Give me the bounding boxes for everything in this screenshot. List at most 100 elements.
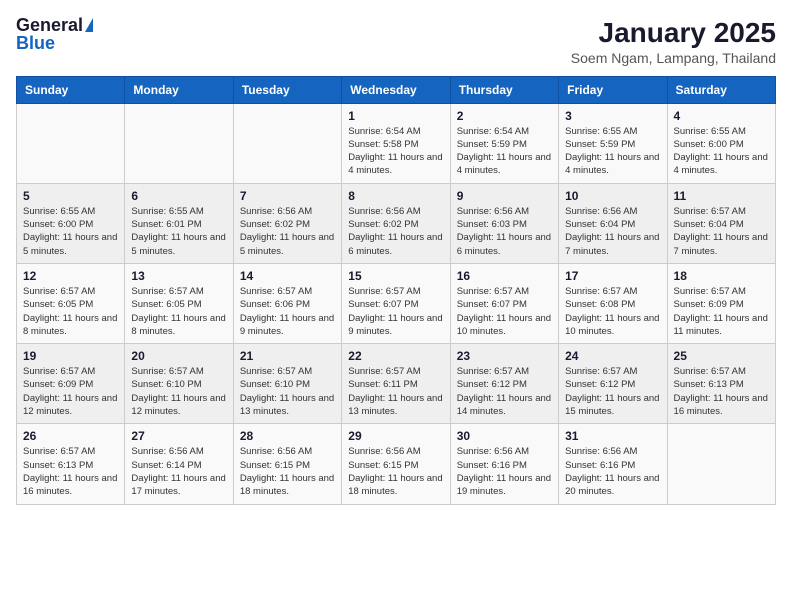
day-number: 25 — [674, 349, 769, 363]
calendar-day-cell — [667, 424, 775, 504]
calendar-week-row: 5 Sunrise: 6:55 AMSunset: 6:00 PMDaylight… — [17, 183, 776, 263]
calendar-day-cell: 12 Sunrise: 6:57 AMSunset: 6:05 PMDayligh… — [17, 263, 125, 343]
day-number: 5 — [23, 189, 118, 203]
day-info: Sunrise: 6:55 AMSunset: 6:00 PMDaylight:… — [23, 205, 118, 258]
day-info: Sunrise: 6:57 AMSunset: 6:09 PMDaylight:… — [674, 285, 769, 338]
day-info: Sunrise: 6:57 AMSunset: 6:11 PMDaylight:… — [348, 365, 443, 418]
day-info: Sunrise: 6:57 AMSunset: 6:07 PMDaylight:… — [457, 285, 552, 338]
page-subtitle: Soem Ngam, Lampang, Thailand — [571, 50, 776, 66]
day-info: Sunrise: 6:57 AMSunset: 6:10 PMDaylight:… — [131, 365, 226, 418]
day-number: 14 — [240, 269, 335, 283]
calendar-day-cell: 27 Sunrise: 6:56 AMSunset: 6:14 PMDayligh… — [125, 424, 233, 504]
day-info: Sunrise: 6:57 AMSunset: 6:04 PMDaylight:… — [674, 205, 769, 258]
weekday-header: Thursday — [450, 76, 558, 103]
day-info: Sunrise: 6:57 AMSunset: 6:09 PMDaylight:… — [23, 365, 118, 418]
day-number: 2 — [457, 109, 552, 123]
calendar-table: SundayMondayTuesdayWednesdayThursdayFrid… — [16, 76, 776, 505]
day-info: Sunrise: 6:56 AMSunset: 6:14 PMDaylight:… — [131, 445, 226, 498]
calendar-day-cell: 11 Sunrise: 6:57 AMSunset: 6:04 PMDayligh… — [667, 183, 775, 263]
day-info: Sunrise: 6:56 AMSunset: 6:16 PMDaylight:… — [457, 445, 552, 498]
day-number: 16 — [457, 269, 552, 283]
calendar-day-cell: 2 Sunrise: 6:54 AMSunset: 5:59 PMDaylight… — [450, 103, 558, 183]
day-info: Sunrise: 6:56 AMSunset: 6:16 PMDaylight:… — [565, 445, 660, 498]
day-info: Sunrise: 6:57 AMSunset: 6:13 PMDaylight:… — [23, 445, 118, 498]
calendar-day-cell: 3 Sunrise: 6:55 AMSunset: 5:59 PMDaylight… — [559, 103, 667, 183]
day-number: 19 — [23, 349, 118, 363]
calendar-week-row: 1 Sunrise: 6:54 AMSunset: 5:58 PMDaylight… — [17, 103, 776, 183]
logo: General Blue — [16, 16, 93, 52]
day-info: Sunrise: 6:57 AMSunset: 6:08 PMDaylight:… — [565, 285, 660, 338]
day-info: Sunrise: 6:57 AMSunset: 6:10 PMDaylight:… — [240, 365, 335, 418]
weekday-header: Tuesday — [233, 76, 341, 103]
day-info: Sunrise: 6:55 AMSunset: 5:59 PMDaylight:… — [565, 125, 660, 178]
calendar-day-cell — [125, 103, 233, 183]
day-number: 4 — [674, 109, 769, 123]
calendar-day-cell: 7 Sunrise: 6:56 AMSunset: 6:02 PMDaylight… — [233, 183, 341, 263]
day-number: 24 — [565, 349, 660, 363]
calendar-day-cell: 29 Sunrise: 6:56 AMSunset: 6:15 PMDayligh… — [342, 424, 450, 504]
calendar-day-cell: 13Sunrise: 6:57 AMSunset: 6:05 PMDayligh… — [125, 263, 233, 343]
day-number: 27 — [131, 429, 226, 443]
day-info: Sunrise: 6:55 AMSunset: 6:01 PMDaylight:… — [131, 205, 226, 258]
calendar-day-cell: 22 Sunrise: 6:57 AMSunset: 6:11 PMDayligh… — [342, 344, 450, 424]
weekday-header: Sunday — [17, 76, 125, 103]
day-number: 7 — [240, 189, 335, 203]
day-number: 15 — [348, 269, 443, 283]
calendar-day-cell: 31 Sunrise: 6:56 AMSunset: 6:16 PMDayligh… — [559, 424, 667, 504]
calendar-day-cell: 26Sunrise: 6:57 AMSunset: 6:13 PMDayligh… — [17, 424, 125, 504]
header: General Blue January 2025 Soem Ngam, Lam… — [16, 16, 776, 66]
day-number: 17 — [565, 269, 660, 283]
page-title: January 2025 — [571, 16, 776, 50]
calendar-day-cell: 14 Sunrise: 6:57 AMSunset: 6:06 PMDayligh… — [233, 263, 341, 343]
day-number: 3 — [565, 109, 660, 123]
day-info: Sunrise: 6:54 AMSunset: 5:58 PMDaylight:… — [348, 125, 443, 178]
calendar-week-row: 12 Sunrise: 6:57 AMSunset: 6:05 PMDayligh… — [17, 263, 776, 343]
calendar-day-cell: 4 Sunrise: 6:55 AMSunset: 6:00 PMDaylight… — [667, 103, 775, 183]
day-info: Sunrise: 6:57 AMSunset: 6:13 PMDaylight:… — [674, 365, 769, 418]
day-number: 18 — [674, 269, 769, 283]
day-info: Sunrise: 6:55 AMSunset: 6:00 PMDaylight:… — [674, 125, 769, 178]
day-info: Sunrise: 6:57 AMSunset: 6:12 PMDaylight:… — [565, 365, 660, 418]
calendar-day-cell: 10Sunrise: 6:56 AMSunset: 6:04 PMDayligh… — [559, 183, 667, 263]
day-number: 11 — [674, 189, 769, 203]
calendar-header-row: SundayMondayTuesdayWednesdayThursdayFrid… — [17, 76, 776, 103]
calendar-day-cell: 6Sunrise: 6:55 AMSunset: 6:01 PMDaylight… — [125, 183, 233, 263]
calendar-day-cell: 20Sunrise: 6:57 AMSunset: 6:10 PMDayligh… — [125, 344, 233, 424]
day-info: Sunrise: 6:54 AMSunset: 5:59 PMDaylight:… — [457, 125, 552, 178]
calendar-day-cell: 16 Sunrise: 6:57 AMSunset: 6:07 PMDayligh… — [450, 263, 558, 343]
calendar-day-cell: 25 Sunrise: 6:57 AMSunset: 6:13 PMDayligh… — [667, 344, 775, 424]
weekday-header: Wednesday — [342, 76, 450, 103]
day-number: 22 — [348, 349, 443, 363]
day-number: 12 — [23, 269, 118, 283]
weekday-header: Friday — [559, 76, 667, 103]
day-number: 23 — [457, 349, 552, 363]
calendar-day-cell: 15 Sunrise: 6:57 AMSunset: 6:07 PMDayligh… — [342, 263, 450, 343]
weekday-header: Saturday — [667, 76, 775, 103]
title-area: January 2025 Soem Ngam, Lampang, Thailan… — [571, 16, 776, 66]
calendar-day-cell: 9Sunrise: 6:56 AMSunset: 6:03 PMDaylight… — [450, 183, 558, 263]
day-number: 13 — [131, 269, 226, 283]
calendar-day-cell: 28Sunrise: 6:56 AMSunset: 6:15 PMDayligh… — [233, 424, 341, 504]
day-info: Sunrise: 6:57 AMSunset: 6:06 PMDaylight:… — [240, 285, 335, 338]
logo-general: General — [16, 16, 83, 34]
day-info: Sunrise: 6:57 AMSunset: 6:07 PMDaylight:… — [348, 285, 443, 338]
day-number: 30 — [457, 429, 552, 443]
calendar-day-cell: 24 Sunrise: 6:57 AMSunset: 6:12 PMDayligh… — [559, 344, 667, 424]
day-number: 9 — [457, 189, 552, 203]
calendar-day-cell: 5 Sunrise: 6:55 AMSunset: 6:00 PMDaylight… — [17, 183, 125, 263]
calendar-day-cell: 17 Sunrise: 6:57 AMSunset: 6:08 PMDayligh… — [559, 263, 667, 343]
day-number: 21 — [240, 349, 335, 363]
day-info: Sunrise: 6:56 AMSunset: 6:02 PMDaylight:… — [240, 205, 335, 258]
calendar-day-cell: 30 Sunrise: 6:56 AMSunset: 6:16 PMDayligh… — [450, 424, 558, 504]
weekday-header: Monday — [125, 76, 233, 103]
calendar-week-row: 19 Sunrise: 6:57 AMSunset: 6:09 PMDayligh… — [17, 344, 776, 424]
day-number: 29 — [348, 429, 443, 443]
day-number: 1 — [348, 109, 443, 123]
calendar-day-cell: 23Sunrise: 6:57 AMSunset: 6:12 PMDayligh… — [450, 344, 558, 424]
day-info: Sunrise: 6:56 AMSunset: 6:15 PMDaylight:… — [240, 445, 335, 498]
calendar-day-cell — [17, 103, 125, 183]
day-info: Sunrise: 6:56 AMSunset: 6:15 PMDaylight:… — [348, 445, 443, 498]
calendar-day-cell: 8Sunrise: 6:56 AMSunset: 6:02 PMDaylight… — [342, 183, 450, 263]
day-number: 31 — [565, 429, 660, 443]
day-info: Sunrise: 6:57 AMSunset: 6:05 PMDaylight:… — [23, 285, 118, 338]
